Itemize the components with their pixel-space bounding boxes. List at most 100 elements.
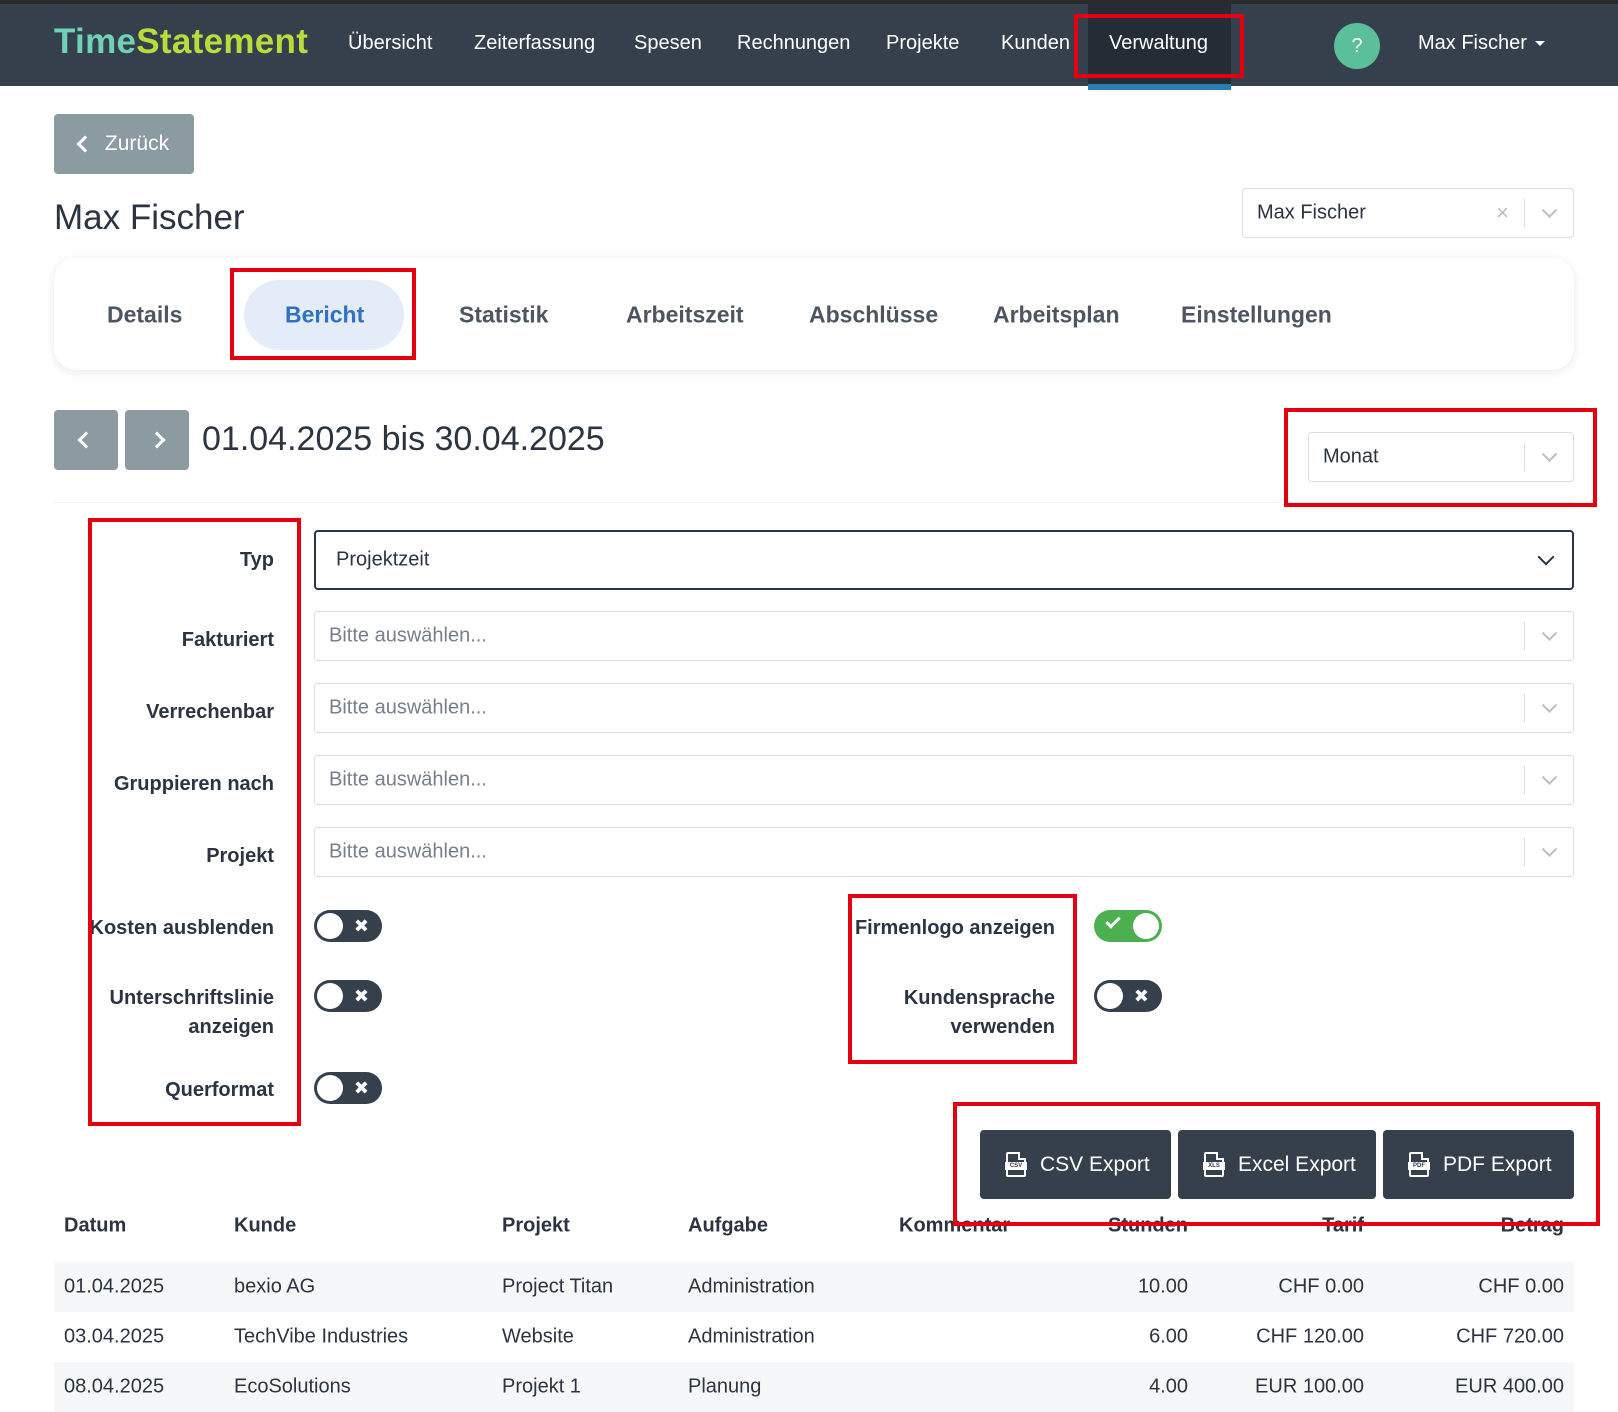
label-fakturiert: Fakturiert [181, 629, 274, 651]
tab-statistik[interactable]: Statistik [459, 302, 548, 329]
clear-icon[interactable]: × [1496, 200, 1509, 226]
nav-spesen[interactable]: Spesen [634, 32, 702, 55]
tab-einstellungen[interactable]: Einstellungen [1181, 302, 1332, 329]
fakturiert-select[interactable]: Bitte auswählen... [314, 611, 1574, 661]
label-querformat: Querformat [165, 1079, 274, 1101]
select-separator [1523, 199, 1525, 227]
cell-kunde: EcoSolutions [234, 1375, 351, 1398]
cell-datum: 01.04.2025 [64, 1275, 165, 1298]
col-header-aufgabe[interactable]: Aufgabe [688, 1215, 768, 1238]
x-icon: ✖ [353, 916, 369, 936]
excel-export-button[interactable]: XLS Excel Export [1178, 1130, 1376, 1199]
chevron-down-icon[interactable] [1541, 625, 1558, 642]
nav-zeiterfassung[interactable]: Zeiterfassung [474, 32, 595, 55]
cell-stunden: 4.00 [1149, 1375, 1188, 1398]
verrechenbar-select[interactable]: Bitte auswählen... [314, 683, 1574, 733]
cell-kunde: bexio AG [234, 1275, 316, 1298]
nav-kunden[interactable]: Kunden [1001, 32, 1070, 55]
nav-rechnungen[interactable]: Rechnungen [737, 32, 850, 55]
select-separator [1523, 694, 1525, 722]
employee-select[interactable]: Max Fischer × [1242, 188, 1574, 238]
select-separator [1523, 622, 1525, 650]
period-granularity-select[interactable]: Monat [1308, 432, 1574, 482]
csv-export-button[interactable]: CSV CSV Export [980, 1130, 1171, 1199]
chevron-down-icon[interactable] [1541, 769, 1558, 786]
firmenlogo-toggle[interactable] [1094, 910, 1162, 942]
period-range: 01.04.2025 bis 30.04.2025 [202, 420, 605, 458]
cell-stunden: 10.00 [1137, 1275, 1188, 1298]
pdf-export-label: PDF Export [1443, 1152, 1552, 1176]
col-header-stunden[interactable]: Stunden [1108, 1215, 1188, 1238]
chevron-down-icon[interactable] [1541, 697, 1558, 714]
verrechenbar-placeholder: Bitte auswählen... [329, 696, 487, 719]
pdf-file-icon: PDF [1408, 1152, 1430, 1177]
select-separator [1523, 766, 1525, 794]
nav-uebersicht[interactable]: Übersicht [348, 32, 432, 55]
gruppieren-nach-select[interactable]: Bitte auswählen... [314, 755, 1574, 805]
x-icon: ✖ [353, 986, 369, 1006]
tab-arbeitsplan[interactable]: Arbeitsplan [993, 302, 1120, 329]
employee-select-value: Max Fischer [1257, 201, 1366, 224]
chevron-left-icon [76, 135, 94, 153]
csv-file-icon: CSV [1005, 1152, 1027, 1177]
col-header-betrag[interactable]: Betrag [1501, 1215, 1564, 1238]
tab-details[interactable]: Details [107, 302, 182, 329]
nav-projekte[interactable]: Projekte [886, 32, 959, 55]
section-divider [54, 502, 1574, 503]
cell-tarif: EUR 100.00 [1255, 1375, 1364, 1398]
cell-aufgabe: Administration [688, 1275, 815, 1298]
col-header-projekt[interactable]: Projekt [502, 1215, 570, 1238]
querformat-toggle[interactable]: ✖ [314, 1072, 382, 1104]
app-logo[interactable]: TimeStatement [54, 22, 308, 62]
col-header-kommentar[interactable]: Kommentar [899, 1215, 1010, 1238]
previous-period-button[interactable] [54, 410, 118, 470]
tab-arbeitszeit[interactable]: Arbeitszeit [626, 302, 744, 329]
kosten-ausblenden-toggle[interactable]: ✖ [314, 910, 382, 942]
toggle-knob [317, 913, 343, 939]
cell-aufgabe: Administration [688, 1325, 815, 1348]
cell-tarif: CHF 0.00 [1278, 1275, 1364, 1298]
projekt-select[interactable]: Bitte auswählen... [314, 827, 1574, 877]
pdf-export-button[interactable]: PDF PDF Export [1383, 1130, 1574, 1199]
cell-kunde: TechVibe Industries [234, 1325, 409, 1348]
cell-projekt: Projekt 1 [502, 1375, 581, 1398]
chevron-left-icon [77, 431, 95, 449]
toggle-knob [317, 983, 343, 1009]
cell-projekt: Project Titan [502, 1275, 614, 1298]
cell-datum: 03.04.2025 [64, 1325, 165, 1348]
toggle-knob [317, 1075, 343, 1101]
fakturiert-placeholder: Bitte auswählen... [329, 624, 487, 647]
period-granularity-value: Monat [1323, 445, 1379, 468]
chevron-down-icon[interactable] [1541, 841, 1558, 858]
chevron-down-icon[interactable] [1541, 446, 1558, 463]
label-gruppieren-nach: Gruppieren nach [113, 773, 274, 795]
cell-tarif: CHF 120.00 [1256, 1325, 1364, 1348]
typ-select-value: Projektzeit [336, 548, 430, 571]
label-verrechenbar: Verrechenbar [146, 701, 274, 723]
col-header-kunde[interactable]: Kunde [234, 1215, 296, 1238]
chevron-down-icon[interactable] [1541, 202, 1558, 219]
next-period-button[interactable] [125, 410, 189, 470]
cell-projekt: Website [502, 1325, 574, 1348]
typ-select[interactable]: Projektzeit [314, 530, 1574, 590]
label-kosten-ausblenden: Kosten ausblenden [89, 917, 274, 939]
label-firmenlogo: Firmenlogo anzeigen [854, 917, 1055, 939]
col-header-tarif[interactable]: Tarif [1322, 1215, 1364, 1238]
label-projekt: Projekt [206, 845, 274, 867]
cell-betrag: CHF 0.00 [1478, 1275, 1564, 1298]
unterschriftslinie-toggle[interactable]: ✖ [314, 980, 382, 1012]
csv-export-label: CSV Export [1040, 1152, 1150, 1176]
cell-datum: 08.04.2025 [64, 1375, 165, 1398]
kundensprache-toggle[interactable]: ✖ [1094, 980, 1162, 1012]
tab-abschluesse[interactable]: Abschlüsse [809, 302, 938, 329]
user-menu[interactable]: Max Fischer [1418, 32, 1545, 55]
tab-bericht[interactable]: Bericht [285, 302, 364, 329]
nav-verwaltung[interactable]: Verwaltung [1109, 32, 1208, 55]
x-icon: ✖ [353, 1078, 369, 1098]
chevron-down-icon [1537, 548, 1555, 566]
back-button[interactable]: Zurück [54, 114, 194, 174]
help-icon[interactable]: ? [1334, 23, 1380, 69]
cell-stunden: 6.00 [1149, 1325, 1188, 1348]
label-unterschriftslinie: Unterschriftslinie anzeigen [109, 987, 274, 1038]
col-header-datum[interactable]: Datum [64, 1215, 126, 1238]
